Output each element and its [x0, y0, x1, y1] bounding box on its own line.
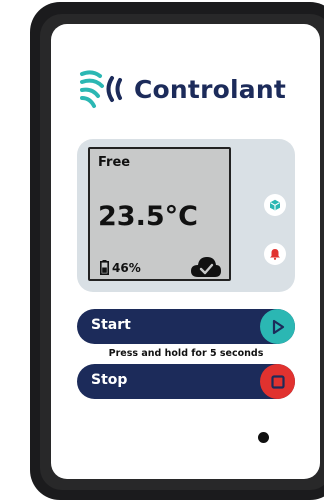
stop-square-icon [270, 374, 285, 389]
stop-button[interactable]: Stop [77, 364, 295, 399]
start-button[interactable]: Start [77, 309, 295, 344]
bell-icon [270, 249, 280, 260]
mode-label: Free [98, 155, 131, 170]
stop-button-label: Stop [91, 372, 128, 388]
start-button-icon-circle[interactable] [260, 309, 295, 344]
stop-button-icon-circle[interactable] [260, 364, 295, 399]
alarm-indicator [264, 243, 286, 265]
lcd-screen: Free 23.5°C 46% [88, 147, 231, 281]
cube-icon [270, 199, 280, 211]
battery-level: 46% [112, 260, 141, 275]
cloud-check-icon [191, 257, 221, 277]
brand-name: Controlant [134, 74, 286, 104]
sensor-hole [258, 432, 269, 443]
battery-icon [100, 260, 109, 275]
connectivity-indicator [264, 194, 286, 216]
hold-hint: Press and hold for 5 seconds [108, 348, 264, 359]
brand-logo: Controlant [78, 66, 286, 112]
temperature-reading: 23.5°C [98, 201, 198, 232]
battery-indicator: 46% [100, 260, 141, 275]
controlant-wave-logo-icon [80, 70, 122, 108]
start-button-label: Start [91, 317, 131, 333]
play-icon [272, 319, 284, 334]
